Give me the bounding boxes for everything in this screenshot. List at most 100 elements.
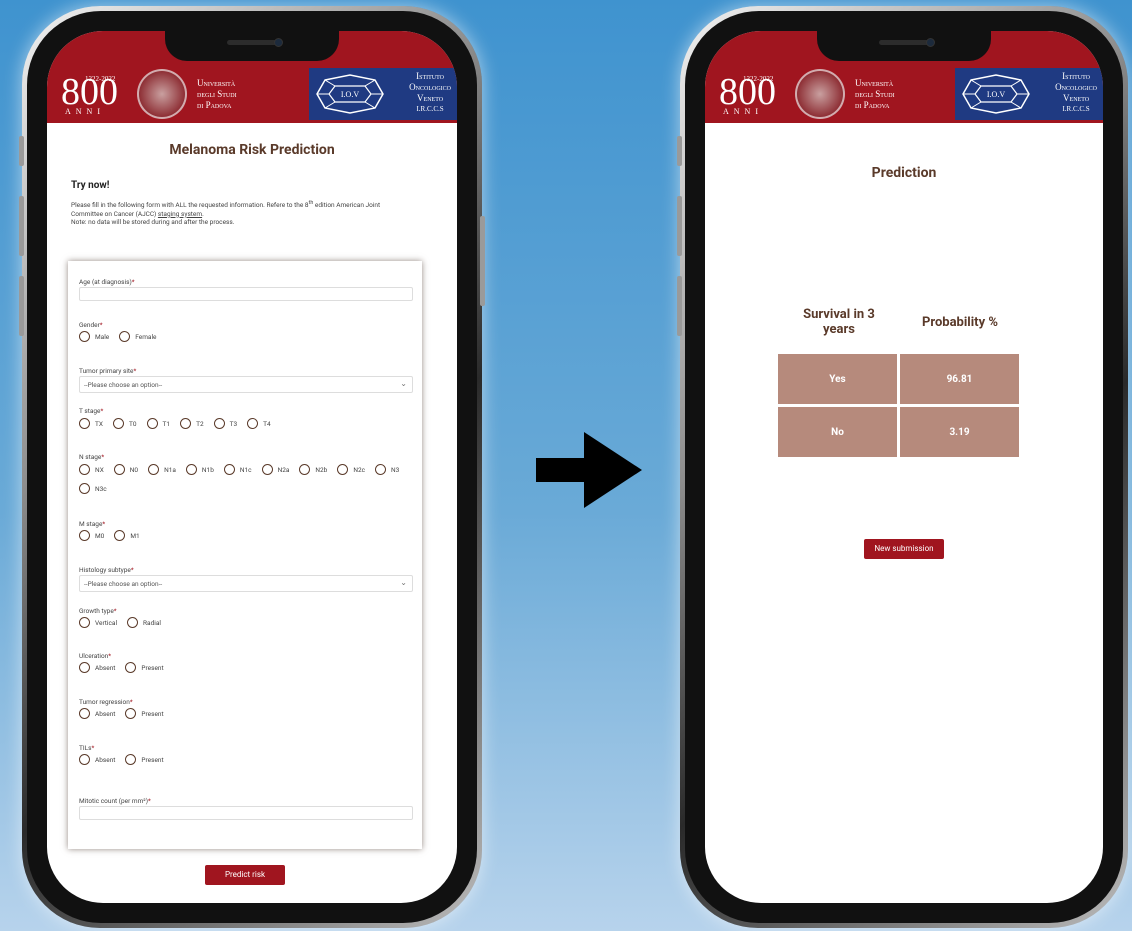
- tils-present-radio[interactable]: Present: [125, 754, 164, 765]
- side-button: [480, 216, 485, 306]
- intro-text: Please fill in the following form with A…: [71, 200, 381, 227]
- age-input[interactable]: [79, 287, 413, 301]
- logo-anni: ANNI: [65, 107, 105, 116]
- n-stage-options: NX N0 N1a N1b N1c N2a N2b N2c N3 N3c: [79, 464, 413, 494]
- t-stage-options: TX T0 T1 T2 T3 T4: [79, 418, 281, 429]
- university-seal-icon: [137, 69, 187, 119]
- phone-right: 800 1222-2022 ANNI Università degli Stud…: [677, 6, 1128, 928]
- predict-risk-button[interactable]: Predict risk: [205, 865, 285, 885]
- ulceration-present-radio[interactable]: Present: [125, 662, 164, 673]
- chevron-down-icon: ⌄: [400, 578, 407, 587]
- iov-emblem-icon: I.O.V: [316, 74, 384, 114]
- svg-text:I.O.V: I.O.V: [987, 90, 1005, 99]
- t-stage-t4-radio[interactable]: T4: [247, 418, 271, 429]
- new-submission-button[interactable]: New submission: [864, 539, 944, 559]
- result-screen: 800 1222-2022 ANNI Università degli Stud…: [705, 31, 1103, 903]
- unipd-800-logo: 800 1222-2022 ANNI: [61, 73, 118, 116]
- regression-absent-radio[interactable]: Absent: [79, 708, 115, 719]
- privacy-note: Note: no data will be stored during and …: [71, 218, 235, 227]
- m-stage-m1-radio[interactable]: M1: [114, 530, 140, 541]
- side-button: [677, 196, 682, 256]
- risk-form: Age (at diagnosis)* Gender* Male Female …: [68, 261, 422, 849]
- growth-type-label: Growth type*: [79, 607, 117, 615]
- side-button: [19, 196, 24, 256]
- n-stage-n3c-radio[interactable]: N3c: [79, 483, 107, 494]
- n-stage-nx-radio[interactable]: NX: [79, 464, 104, 475]
- result-no-outcome: No: [778, 407, 897, 457]
- t-stage-t1-radio[interactable]: T1: [146, 418, 170, 429]
- growth-vertical-radio[interactable]: Vertical: [79, 617, 117, 628]
- iov-logo: I.O.V Istituto Oncologico Veneto I.R.C.C…: [309, 68, 457, 120]
- t-stage-label: T stage*: [79, 407, 104, 415]
- n-stage-n2a-radio[interactable]: N2a: [261, 464, 289, 475]
- result-no-probability: 3.19: [900, 407, 1019, 457]
- university-seal-icon: [795, 69, 845, 119]
- regression-present-radio[interactable]: Present: [125, 708, 164, 719]
- n-stage-n1c-radio[interactable]: N1c: [223, 464, 252, 475]
- svg-text:I.O.V: I.O.V: [341, 90, 359, 99]
- ulceration-options: Absent Present: [79, 662, 174, 673]
- gender-options: Male Female: [79, 331, 167, 342]
- n-stage-label: N stage*: [79, 453, 105, 461]
- histology-label: Histology subtype*: [79, 566, 134, 574]
- ulceration-absent-radio[interactable]: Absent: [79, 662, 115, 673]
- iov-logo: I.O.V Istituto Oncologico Veneto I.R.C.C…: [955, 68, 1103, 120]
- histology-select[interactable]: --Please choose an option-- ⌄: [79, 575, 413, 592]
- staging-system-link[interactable]: staging system: [158, 210, 202, 218]
- mitotic-count-label: Mitotic count (per mm²)*: [79, 797, 151, 805]
- growth-radial-radio[interactable]: Radial: [127, 617, 161, 628]
- logo-anni: ANNI: [723, 107, 763, 116]
- side-button: [677, 276, 682, 336]
- phone-bezel: 800 1222-2022 ANNI Università degli Stud…: [27, 11, 477, 923]
- gender-female-radio[interactable]: Female: [119, 331, 157, 342]
- t-stage-tx-radio[interactable]: TX: [79, 418, 103, 429]
- n-stage-n1b-radio[interactable]: N1b: [185, 464, 214, 475]
- tumor-site-label: Tumor primary site*: [79, 367, 137, 375]
- m-stage-label: M stage*: [79, 520, 106, 528]
- gender-label: Gender*: [79, 321, 103, 329]
- n-stage-n2b-radio[interactable]: N2b: [299, 464, 327, 475]
- t-stage-t2-radio[interactable]: T2: [180, 418, 204, 429]
- chevron-down-icon: ⌄: [400, 379, 407, 388]
- phone-left: 800 1222-2022 ANNI Università degli Stud…: [19, 6, 485, 928]
- n-stage-n2c-radio[interactable]: N2c: [337, 464, 365, 475]
- probability-column-header: Probability %: [922, 315, 998, 330]
- regression-options: Absent Present: [79, 708, 174, 719]
- phone-bezel: 800 1222-2022 ANNI Università degli Stud…: [685, 11, 1123, 923]
- iov-emblem-icon: I.O.V: [962, 74, 1030, 114]
- age-label: Age (at diagnosis)*: [79, 278, 135, 286]
- intro-heading: Try now!: [71, 180, 110, 191]
- t-stage-t3-radio[interactable]: T3: [213, 418, 237, 429]
- ulceration-label: Ulceration*: [79, 652, 112, 660]
- iov-name: Istituto Oncologico Veneto I.R.C.C.S: [1055, 71, 1097, 113]
- university-name: Università degli Studi di Padova: [197, 78, 237, 110]
- unipd-800-logo: 800 1222-2022 ANNI: [719, 73, 776, 116]
- iov-name: Istituto Oncologico Veneto I.R.C.C.S: [409, 71, 451, 113]
- gender-male-radio[interactable]: Male: [79, 331, 109, 342]
- tumor-site-select[interactable]: --Please choose an option-- ⌄: [79, 376, 413, 393]
- m-stage-options: M0 M1: [79, 530, 150, 541]
- n-stage-n0-radio[interactable]: N0: [113, 464, 138, 475]
- mitotic-count-input[interactable]: [79, 806, 413, 820]
- camera-icon: [926, 38, 935, 47]
- university-name: Università degli Studi di Padova: [855, 78, 895, 110]
- arrow-right-icon: [536, 432, 642, 508]
- logo-years: 1222-2022: [743, 75, 774, 83]
- t-stage-t0-radio[interactable]: T0: [112, 418, 137, 429]
- prediction-title: Prediction: [871, 165, 937, 181]
- tils-absent-radio[interactable]: Absent: [79, 754, 115, 765]
- phone-notch: [817, 31, 991, 61]
- m-stage-m0-radio[interactable]: M0: [79, 530, 104, 541]
- side-button: [19, 276, 24, 336]
- tils-options: Absent Present: [79, 754, 174, 765]
- logo-years: 1222-2022: [85, 75, 116, 83]
- n-stage-n1a-radio[interactable]: N1a: [148, 464, 176, 475]
- phone-notch: [165, 31, 339, 61]
- result-yes-outcome: Yes: [778, 354, 897, 404]
- growth-type-options: Vertical Radial: [79, 617, 171, 628]
- page-title: Melanoma Risk Prediction: [169, 142, 335, 158]
- n-stage-n3-radio[interactable]: N3: [375, 464, 399, 475]
- survival-column-header: Survival in 3 years: [803, 307, 875, 337]
- regression-label: Tumor regression*: [79, 698, 133, 706]
- tils-label: TILs*: [79, 744, 95, 752]
